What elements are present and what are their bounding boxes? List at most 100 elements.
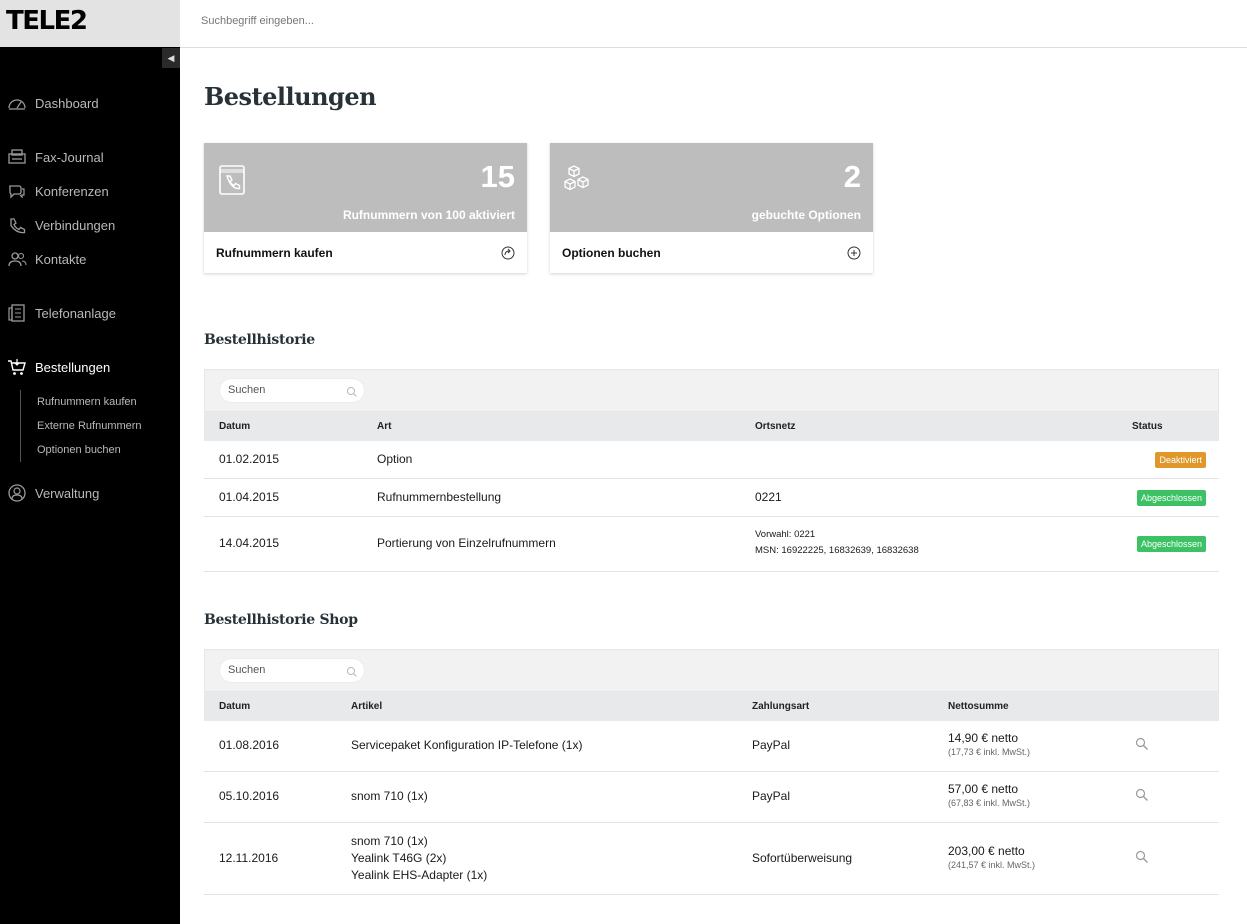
- sidebar-item-dashboard[interactable]: Dashboard: [0, 91, 99, 115]
- table-search: [219, 658, 365, 683]
- sidebar-item-bestellungen[interactable]: Bestellungen: [0, 355, 110, 379]
- article-line: Yealink T46G (2x): [351, 851, 447, 865]
- cell-ortsnetz: 0221: [755, 490, 782, 504]
- numbers-card: 15 Rufnummern von 100 aktiviert Rufnumme…: [204, 143, 527, 273]
- boxes-icon: [563, 163, 593, 197]
- options-card: 2 gebuchte Optionen Optionen buchen: [550, 143, 873, 273]
- cell-nettosumme: 57,00 € netto (67,83 € inkl. MwSt.): [948, 782, 1030, 808]
- status-badge: Deaktiviert: [1155, 452, 1206, 468]
- buy-numbers-link[interactable]: Rufnummern kaufen: [204, 232, 527, 273]
- sidebar-item-verwaltung[interactable]: Verwaltung: [0, 481, 99, 505]
- cell-zahlungsart: Sofortüberweisung: [752, 851, 853, 865]
- net-amount: 14,90 € netto: [948, 731, 1019, 745]
- table-toolbar: [204, 369, 1219, 412]
- shop-history-title: Bestellhistorie Shop: [204, 612, 358, 628]
- table-row[interactable]: 05.10.2016 snom 710 (1x) PayPal 57,00 € …: [204, 772, 1219, 823]
- contacts-icon: [7, 249, 27, 269]
- shop-history-table: Datum Artikel Zahlungsart Nettosumme 01.…: [204, 649, 1219, 895]
- cell-zahlungsart: PayPal: [752, 738, 791, 752]
- gross-amount: (17,73 € inkl. MwSt.): [948, 747, 1031, 757]
- column-header-datum[interactable]: Datum: [219, 701, 250, 712]
- sidebar-item-label: Dashboard: [35, 95, 99, 111]
- article-line: Yealink EHS-Adapter (1x): [351, 868, 488, 882]
- book-options-link[interactable]: Optionen buchen: [550, 232, 873, 273]
- ortsnetz-vorwahl: Vorwahl: 0221: [755, 529, 816, 540]
- cell-artikel: snom 710 (1x) Yealink T46G (2x) Yealink …: [351, 833, 487, 884]
- plus-icon: [847, 246, 861, 260]
- status-badge: Abgeschlossen: [1136, 536, 1206, 552]
- forward-icon: [501, 246, 515, 260]
- sidebar: TELE2 ◀ Dashboard Fax-Journal Konferenze…: [0, 0, 180, 924]
- cell-datum: 01.04.2015: [219, 490, 280, 504]
- order-history-title: Bestellhistorie: [204, 332, 315, 348]
- sidebar-collapse-button[interactable]: ◀: [162, 48, 180, 68]
- table-row[interactable]: 01.04.2015 Rufnummernbestellung 0221 Abg…: [204, 479, 1219, 517]
- net-amount: 57,00 € netto: [948, 782, 1019, 796]
- sidebar-item-label: Verbindungen: [35, 217, 116, 233]
- card-action-label: Rufnummern kaufen: [216, 245, 333, 260]
- cell-datum: 14.04.2015: [219, 536, 280, 550]
- ortsnetz-msn: MSN: 16922225, 16832639, 16832638: [755, 545, 919, 556]
- shop-history-search-input[interactable]: [228, 664, 338, 676]
- gross-amount: (241,57 € inkl. MwSt.): [948, 860, 1036, 870]
- article-line: snom 710 (1x): [351, 834, 428, 848]
- sidebar-item-label: Konferenzen: [35, 183, 109, 199]
- table-row[interactable]: 01.08.2016 Servicepaket Konfiguration IP…: [204, 721, 1219, 772]
- cell-datum: 01.08.2016: [219, 738, 280, 752]
- order-history-table: Datum Art Ortsnetz Status 01.02.2015 Opt…: [204, 369, 1219, 572]
- cell-nettosumme: 203,00 € netto (241,57 € inkl. MwSt.): [948, 844, 1035, 870]
- cell-artikel: snom 710 (1x): [351, 789, 428, 803]
- cell-ortsnetz: Vorwahl: 0221 MSN: 16922225, 16832639, 1…: [755, 527, 919, 559]
- sidebar-subnav: Rufnummern kaufen Externe Rufnummern Opt…: [20, 390, 142, 462]
- sidebar-item-konferenzen[interactable]: Konferenzen: [0, 179, 109, 203]
- cell-art: Portierung von Einzelrufnummern: [377, 536, 556, 550]
- sidebar-item-label: Verwaltung: [35, 485, 100, 501]
- sidebar-item-label: Kontakte: [35, 251, 87, 267]
- card-action-label: Optionen buchen: [562, 245, 661, 260]
- sidebar-item-fax-journal[interactable]: Fax-Journal: [0, 145, 104, 169]
- card-header: 2 gebuchte Optionen: [550, 143, 873, 232]
- table-search: [219, 378, 365, 403]
- column-header-zahlungsart[interactable]: Zahlungsart: [752, 701, 809, 712]
- subnav-item-rufnummern-kaufen[interactable]: Rufnummern kaufen: [37, 396, 137, 408]
- column-header-status[interactable]: Status: [1132, 421, 1163, 432]
- column-header-ortsnetz[interactable]: Ortsnetz: [755, 421, 796, 432]
- column-header-datum[interactable]: Datum: [219, 421, 250, 432]
- cell-artikel: Servicepaket Konfiguration IP-Telefone (…: [351, 738, 583, 752]
- booked-options-count: 2: [843, 159, 861, 194]
- table-row[interactable]: 14.04.2015 Portierung von Einzelrufnumme…: [204, 517, 1219, 572]
- column-header-nettosumme[interactable]: Nettosumme: [948, 701, 1009, 712]
- table-header: Datum Art Ortsnetz Status: [204, 412, 1219, 441]
- top-bar: [180, 0, 1247, 48]
- details-search-icon[interactable]: [1135, 788, 1149, 802]
- card-caption: Rufnummern von 100 aktiviert: [342, 208, 515, 222]
- cell-art: Rufnummernbestellung: [377, 490, 502, 504]
- pbx-icon: [7, 303, 27, 323]
- tele2-logo: TELE2: [6, 6, 88, 36]
- gross-amount: (67,83 € inkl. MwSt.): [948, 798, 1031, 808]
- sidebar-item-telefonanlage[interactable]: Telefonanlage: [0, 301, 116, 325]
- table-row[interactable]: 12.11.2016 snom 710 (1x) Yealink T46G (2…: [204, 823, 1219, 895]
- page-title: Bestellungen: [204, 82, 377, 111]
- app-root: TELE2 ◀ Dashboard Fax-Journal Konferenze…: [0, 0, 1247, 924]
- logo-box[interactable]: TELE2: [0, 0, 180, 47]
- global-search-input[interactable]: [201, 15, 701, 27]
- column-header-artikel[interactable]: Artikel: [351, 701, 382, 712]
- card-caption: gebuchte Optionen: [751, 208, 861, 222]
- search-icon[interactable]: [346, 665, 358, 677]
- cell-datum: 05.10.2016: [219, 789, 280, 803]
- admin-icon: [7, 483, 27, 503]
- search-icon[interactable]: [346, 385, 358, 397]
- details-search-icon[interactable]: [1135, 737, 1149, 751]
- subnav-item-optionen-buchen[interactable]: Optionen buchen: [37, 444, 121, 456]
- column-header-art[interactable]: Art: [377, 421, 391, 432]
- order-history-search-input[interactable]: [228, 384, 338, 396]
- sidebar-item-kontakte[interactable]: Kontakte: [0, 247, 86, 271]
- net-amount: 203,00 € netto: [948, 844, 1025, 858]
- details-search-icon[interactable]: [1135, 850, 1149, 864]
- subnav-item-externe-rufnummern[interactable]: Externe Rufnummern: [37, 420, 142, 432]
- sidebar-item-verbindungen[interactable]: Verbindungen: [0, 213, 115, 237]
- sidebar-item-label: Fax-Journal: [35, 149, 104, 165]
- table-row[interactable]: 01.02.2015 Option Deaktiviert: [204, 441, 1219, 479]
- cell-datum: 01.02.2015: [219, 452, 280, 466]
